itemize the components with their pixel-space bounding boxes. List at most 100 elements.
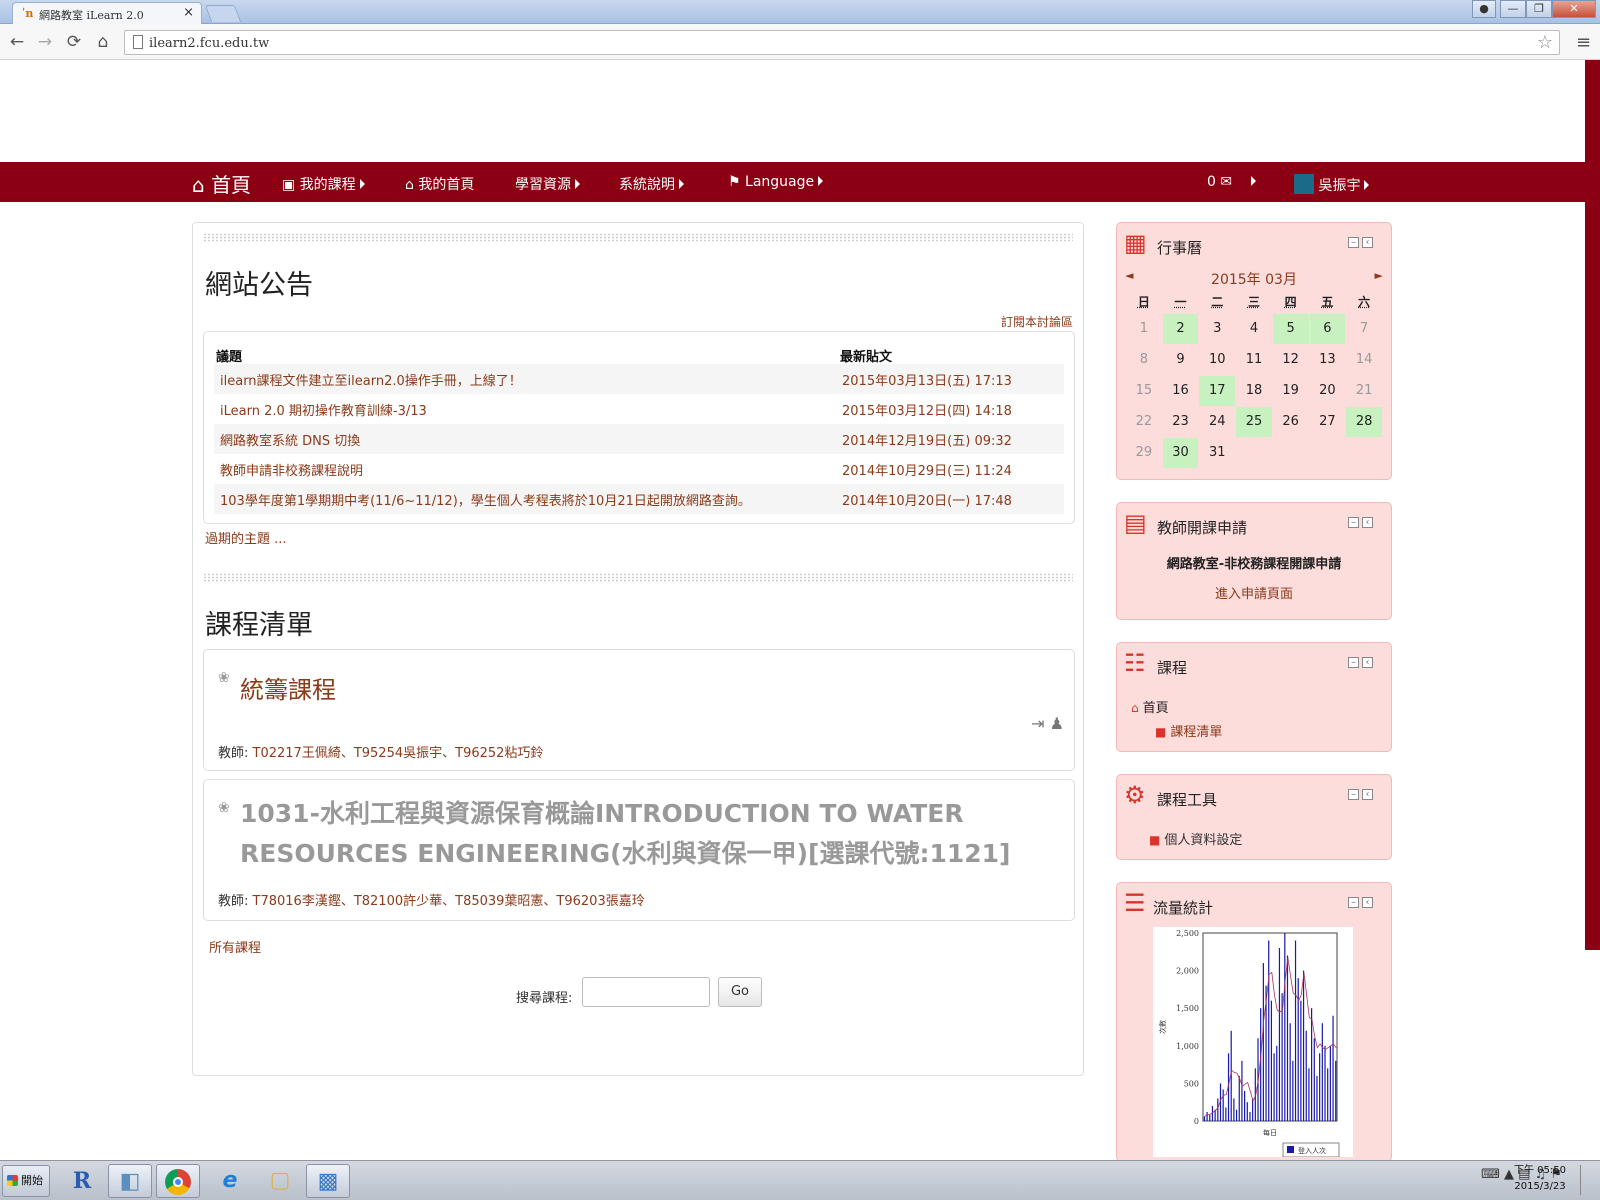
calendar-day[interactable]: 31 — [1199, 437, 1236, 468]
user-icon[interactable]: ♟ — [1050, 714, 1064, 733]
topic-link[interactable]: 教師申請非校務課程說明 — [220, 460, 363, 479]
calendar-day[interactable]: 6 — [1309, 313, 1346, 344]
tab-close-icon[interactable]: × — [183, 5, 194, 20]
calendar-day[interactable]: 26 — [1272, 406, 1309, 437]
minimize-button[interactable]: — — [1500, 0, 1526, 18]
all-courses-link[interactable]: 所有課程 — [209, 937, 261, 956]
nav-home[interactable]: ⌂ 首頁 — [192, 169, 251, 198]
subscribe-link[interactable]: 訂閱本討論區 — [1001, 313, 1073, 330]
nav-my-home[interactable]: ⌂ 我的首頁 — [405, 174, 474, 194]
calendar-day[interactable]: 27 — [1309, 406, 1346, 437]
calendar-day[interactable]: 18 — [1236, 375, 1273, 406]
topic-link[interactable]: iLearn 2.0 期初操作教育訓練-3/13 — [220, 400, 427, 419]
course-nav-home[interactable]: ⌂ 首頁 — [1131, 697, 1169, 716]
dock-icon[interactable]: ‹ — [1362, 657, 1373, 668]
notebook-app-icon[interactable]: ◧ — [108, 1164, 152, 1198]
new-tab-button[interactable] — [205, 5, 241, 22]
calendar-day[interactable]: 22 — [1126, 406, 1163, 437]
nav-resources[interactable]: 學習資源 — [515, 174, 580, 194]
calendar-day[interactable]: 24 — [1199, 406, 1236, 437]
post-date[interactable]: 2014年10月20日(一) 17:48 — [842, 490, 1012, 509]
nav-system-help[interactable]: 系統說明 — [619, 174, 684, 194]
calendar-day[interactable]: 17 — [1199, 375, 1236, 406]
topic-link[interactable]: ilearn課程文件建立至ilearn2.0操作手冊，上線了！ — [220, 370, 522, 389]
clock[interactable]: 下午 05:50 2015/3/23 — [1510, 1163, 1570, 1195]
reload-icon[interactable]: ⟳ — [63, 31, 85, 53]
calendar-day[interactable]: 25 — [1236, 406, 1273, 437]
teacher-links[interactable]: T02217王佩綺、T95254吳振宇、T96252粘巧鈴 — [253, 746, 544, 761]
table-row[interactable]: 103學年度第1學期期中考(11/6~11/12)，學生個人考程表將於10月21… — [214, 484, 1064, 514]
dock-icon[interactable]: ‹ — [1362, 517, 1373, 528]
table-row[interactable]: 網路教室系統 DNS 切換 2014年12月19日(五) 09:32 — [214, 424, 1064, 454]
calendar-day[interactable]: 12 — [1272, 344, 1309, 375]
back-icon[interactable]: ← — [6, 31, 28, 53]
calendar-day[interactable]: 19 — [1272, 375, 1309, 406]
forward-icon[interactable]: → — [34, 31, 56, 53]
calendar-day[interactable]: 2 — [1162, 313, 1199, 344]
collapse-icon[interactable]: – — [1348, 237, 1359, 248]
collapse-icon[interactable]: – — [1348, 897, 1359, 908]
post-date[interactable]: 2014年12月19日(五) 09:32 — [842, 430, 1012, 449]
calendar-day[interactable]: 21 — [1346, 375, 1383, 406]
profile-icon[interactable]: ● — [1472, 0, 1496, 18]
topic-link[interactable]: 網路教室系統 DNS 切換 — [220, 430, 360, 449]
dock-icon[interactable]: ‹ — [1362, 897, 1373, 908]
calendar-day[interactable]: 9 — [1162, 344, 1199, 375]
table-row[interactable]: 教師申請非校務課程說明 2014年10月29日(三) 11:24 — [214, 454, 1064, 484]
start-button[interactable]: 開始 — [2, 1165, 50, 1197]
url-text[interactable]: ilearn2.fcu.edu.tw — [149, 36, 269, 51]
calendar-day[interactable]: 16 — [1162, 375, 1199, 406]
calendar-day[interactable]: 5 — [1272, 313, 1309, 344]
browser-tab[interactable]: ʹn 網路教室 iLearn 2.0 × — [12, 2, 202, 24]
next-month-icon[interactable]: ► — [1375, 269, 1383, 282]
calendar-day[interactable]: 14 — [1346, 344, 1383, 375]
r-app-icon[interactable]: R — [60, 1164, 104, 1198]
collapse-icon[interactable]: – — [1348, 657, 1359, 668]
calendar-day[interactable]: 10 — [1199, 344, 1236, 375]
topic-link[interactable]: 103學年度第1學期期中考(11/6~11/12)，學生個人考程表將於10月21… — [220, 490, 751, 509]
address-bar[interactable]: ilearn2.fcu.edu.tw ☆ — [124, 30, 1560, 55]
ie-app-icon[interactable]: e — [208, 1164, 252, 1198]
calendar-day[interactable]: 7 — [1346, 313, 1383, 344]
nav-messages[interactable]: 0 ✉ — [1207, 174, 1256, 190]
calendar-day[interactable]: 8 — [1126, 344, 1163, 375]
browser-menu-icon[interactable]: ≡ — [1576, 32, 1591, 53]
nav-language[interactable]: ⚑ Language — [728, 174, 823, 190]
bookmark-star-icon[interactable]: ☆ — [1537, 32, 1553, 53]
collapse-icon[interactable]: – — [1348, 789, 1359, 800]
post-date[interactable]: 2015年03月12日(四) 14:18 — [842, 400, 1012, 419]
calendar-day[interactable]: 29 — [1126, 437, 1163, 468]
folder-app-icon[interactable]: ▢ — [258, 1164, 302, 1198]
collapse-icon[interactable]: – — [1348, 517, 1359, 528]
home-icon[interactable]: ⌂ — [92, 31, 114, 53]
window-close-button[interactable]: ✕ — [1552, 0, 1596, 18]
search-input[interactable] — [582, 977, 710, 1007]
apply-link[interactable]: 進入申請頁面 — [1117, 583, 1391, 602]
control-panel-app-icon[interactable]: ▩ — [306, 1164, 350, 1198]
calendar-day[interactable]: 23 — [1162, 406, 1199, 437]
calendar-month[interactable]: 2015年 03月 — [1117, 269, 1391, 289]
prev-month-icon[interactable]: ◄ — [1125, 269, 1133, 282]
calendar-day[interactable]: 1 — [1126, 313, 1163, 344]
nav-my-courses[interactable]: ▣ 我的課程 — [282, 174, 365, 194]
nav-user-menu[interactable]: 吳振宇 — [1294, 174, 1369, 195]
course-name-link[interactable]: 統籌課程 — [240, 670, 336, 705]
course-name-link[interactable]: 1031-水利工程與資源保育概論INTRODUCTION TO WATER RE… — [240, 794, 1040, 874]
older-topics-link[interactable]: 過期的主題 ... — [205, 528, 287, 547]
course-nav-list[interactable]: ■ 課程清單 — [1155, 721, 1222, 740]
calendar-day[interactable]: 4 — [1236, 313, 1273, 344]
calendar-day[interactable]: 11 — [1236, 344, 1273, 375]
calendar-day[interactable]: 3 — [1199, 313, 1236, 344]
chrome-app-icon[interactable] — [156, 1164, 200, 1198]
maximize-button[interactable]: ❐ — [1526, 0, 1552, 18]
table-row[interactable]: ilearn課程文件建立至ilearn2.0操作手冊，上線了！ 2015年03月… — [214, 364, 1064, 394]
table-row[interactable]: iLearn 2.0 期初操作教育訓練-3/13 2015年03月12日(四) … — [214, 394, 1064, 424]
post-date[interactable]: 2014年10月29日(三) 11:24 — [842, 460, 1012, 479]
calendar-day[interactable]: 20 — [1309, 375, 1346, 406]
profile-settings-link[interactable]: ■ 個人資料設定 — [1149, 829, 1242, 848]
go-button[interactable]: Go — [718, 977, 762, 1007]
calendar-day[interactable]: 28 — [1346, 406, 1383, 437]
calendar-day[interactable]: 15 — [1126, 375, 1163, 406]
show-desktop-button[interactable] — [1580, 1165, 1596, 1195]
calendar-day[interactable]: 30 — [1162, 437, 1199, 468]
